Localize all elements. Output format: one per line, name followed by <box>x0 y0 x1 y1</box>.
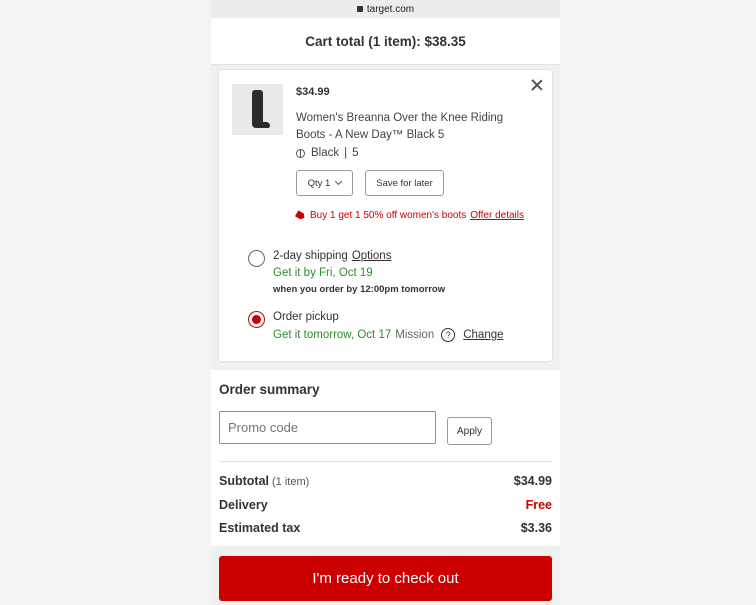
order-summary-heading: Order summary <box>219 382 320 397</box>
item-size: 5 <box>352 147 359 159</box>
item-variant: Black | 5 <box>296 147 359 159</box>
item-title[interactable]: Women's Breanna Over the Knee Riding Boo… <box>296 110 526 144</box>
help-icon[interactable]: ? <box>441 328 456 342</box>
boot-toe <box>256 122 270 128</box>
color-swatch-icon <box>296 148 305 158</box>
summary-divider <box>219 461 552 462</box>
item-price: $34.99 <box>296 86 330 98</box>
chevron-down-icon <box>335 177 343 185</box>
shipping-cutoff: when you order by 12:00pm tomorrow <box>273 284 446 295</box>
quantity-select[interactable]: Qty 1 <box>296 170 353 196</box>
quantity-label: Qty 1 <box>307 177 331 189</box>
phone-viewport: target.com Cart total (1 item): $38.35 $… <box>211 0 560 605</box>
cart-item-card: $34.99 Women's Breanna Over the Knee Rid… <box>219 70 552 361</box>
variant-separator: | <box>344 147 348 159</box>
shipping-options-link[interactable]: Options <box>352 250 392 262</box>
save-for-later-label: Save for later <box>376 177 433 189</box>
pickup-details: Get it tomorrow, Oct 17 Mission ? Change <box>273 328 504 342</box>
promo-code-input[interactable] <box>219 411 436 444</box>
pickup-eta: Get it tomorrow, Oct 17 <box>273 329 392 341</box>
delivery-value: Free <box>525 498 552 512</box>
tag-icon <box>295 210 306 221</box>
subtotal-count: (1 item) <box>272 476 310 488</box>
save-for-later-button[interactable]: Save for later <box>365 170 444 196</box>
delivery-label: Delivery <box>219 498 268 512</box>
shipping-radio[interactable] <box>248 250 265 267</box>
subtotal-label: Subtotal <box>219 474 269 488</box>
tax-value: $3.36 <box>520 521 552 535</box>
shipping-eta: Get it by Fri, Oct 19 <box>273 267 373 279</box>
checkout-button[interactable]: I'm ready to check out <box>219 556 552 601</box>
url-text: target.com <box>366 3 415 15</box>
apply-label: Apply <box>456 425 482 437</box>
close-icon[interactable] <box>530 78 544 92</box>
pickup-radio[interactable] <box>248 311 265 328</box>
shipping-option-label: 2-day shipping Options <box>273 250 391 262</box>
change-store-link[interactable]: Change <box>463 329 503 341</box>
delivery-row: Delivery Free <box>219 498 552 512</box>
lock-icon <box>356 6 363 12</box>
product-image[interactable] <box>232 84 283 135</box>
item-promo: Buy 1 get 1 50% off women's boots Offer … <box>296 210 524 221</box>
shipping-label: 2-day shipping <box>273 250 348 262</box>
url-bar[interactable]: target.com <box>211 0 560 18</box>
item-color: Black <box>311 147 340 159</box>
cart-total-header: Cart total (1 item): $38.35 <box>211 18 560 65</box>
apply-promo-button[interactable]: Apply <box>447 417 492 445</box>
subtotal-row: Subtotal (1 item) $34.99 <box>219 474 552 488</box>
tax-row: Estimated tax $3.36 <box>219 521 552 535</box>
offer-details-link[interactable]: Offer details <box>470 210 524 221</box>
order-summary: Order summary Apply Subtotal(1 item) $34… <box>211 370 560 546</box>
promo-text: Buy 1 get 1 50% off women's boots <box>310 210 467 221</box>
pickup-store: Mission <box>395 329 435 341</box>
subtotal-value: $34.99 <box>513 474 552 488</box>
pickup-label: Order pickup <box>273 311 339 323</box>
tax-label: Estimated tax <box>219 521 301 535</box>
cart-total-title: Cart total (1 item): $38.35 <box>305 33 466 49</box>
